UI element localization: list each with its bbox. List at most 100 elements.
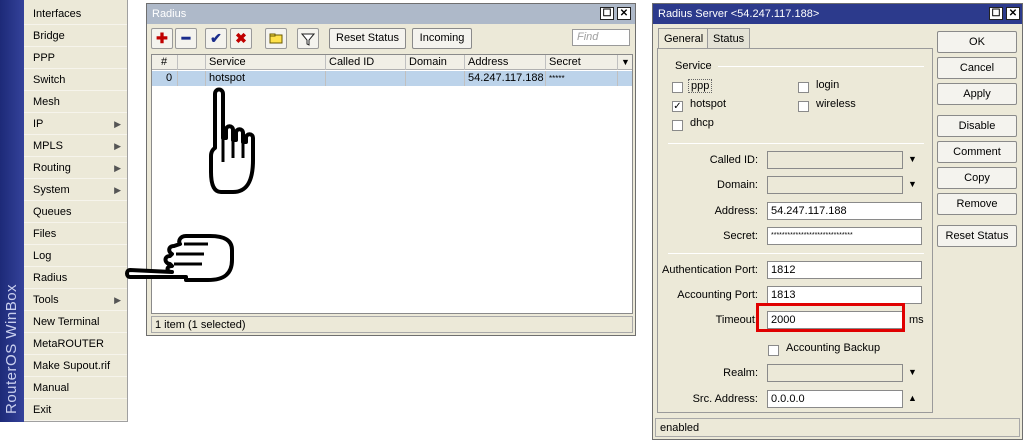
reset-status-button[interactable]: Reset Status xyxy=(329,28,406,49)
menu-item-mesh[interactable]: Mesh xyxy=(24,91,127,113)
add-icon[interactable]: ✚ xyxy=(151,28,173,49)
auth-port-field[interactable]: 1812 xyxy=(767,261,922,279)
filter-icon[interactable] xyxy=(297,28,319,49)
copy-button[interactable]: Copy xyxy=(937,167,1017,189)
apply-button[interactable]: Apply xyxy=(937,83,1017,105)
src-address-field[interactable]: 0.0.0.0 xyxy=(767,390,903,408)
service-hotspot-checkbox[interactable]: ✓ xyxy=(672,101,683,112)
secret-label: Secret: xyxy=(723,230,758,242)
cancel-button[interactable]: Cancel xyxy=(937,57,1017,79)
realm-label: Realm: xyxy=(723,367,758,379)
menu-item-metarouter[interactable]: MetaROUTER xyxy=(24,333,127,355)
menu-item-radius[interactable]: Radius xyxy=(24,267,127,289)
remove-button[interactable]: Remove xyxy=(937,193,1017,215)
called-id-dropdown-icon[interactable]: ▼ xyxy=(908,154,917,164)
src-address-label: Src. Address: xyxy=(692,393,758,405)
menu-item-label: Interfaces xyxy=(33,8,82,20)
menu-item-files[interactable]: Files xyxy=(24,223,127,245)
radius-titlebar[interactable]: Radius ☐ ✕ xyxy=(147,4,635,24)
reset-status-button[interactable]: Reset Status xyxy=(937,225,1017,247)
menu-item-manual[interactable]: Manual xyxy=(24,377,127,399)
row-number: 0 xyxy=(152,71,178,86)
column-header-domain[interactable]: Domain xyxy=(406,55,465,70)
menu-item-routing[interactable]: Routing ▶ xyxy=(24,157,127,179)
secret-field[interactable]: ****************************** xyxy=(767,227,922,245)
close-icon[interactable]: ✕ xyxy=(617,7,631,20)
menu-item-label: Mesh xyxy=(33,96,60,108)
remove-icon[interactable]: ━ xyxy=(175,28,197,49)
maximize-icon[interactable]: ☐ xyxy=(989,7,1003,20)
comment-button[interactable]: Comment xyxy=(937,141,1017,163)
menu-item-new-terminal[interactable]: New Terminal xyxy=(24,311,127,333)
menu-item-label: New Terminal xyxy=(33,316,100,328)
column-header-called-id[interactable]: Called ID xyxy=(326,55,406,70)
address-field[interactable]: 54.247.117.188 xyxy=(767,202,922,220)
realm-dropdown-icon[interactable]: ▼ xyxy=(908,367,917,377)
disable-button[interactable]: Disable xyxy=(937,115,1017,137)
menu-item-label: Routing xyxy=(33,162,71,174)
menu-item-queues[interactable]: Queues xyxy=(24,201,127,223)
winbox-main-menu: RouterOS WinBox Interfaces Bridge PPP Switc… xyxy=(0,0,128,422)
columns-menu-icon[interactable]: ▼ xyxy=(618,55,632,70)
acct-port-field[interactable]: 1813 xyxy=(767,286,922,304)
accounting-backup-checkbox[interactable] xyxy=(768,345,779,356)
menu-item-ip[interactable]: IP ▶ xyxy=(24,113,127,135)
column-header-address[interactable]: Address xyxy=(465,55,546,70)
menu-item-log[interactable]: Log xyxy=(24,245,127,267)
column-header-number[interactable]: # xyxy=(152,55,178,70)
find-input[interactable]: Find xyxy=(572,29,630,46)
menu-item-mpls[interactable]: MPLS ▶ xyxy=(24,135,127,157)
server-window-title: Radius Server <54.247.117.188> xyxy=(658,8,820,20)
table-row[interactable]: 0 hotspot 54.247.117.188 ***** xyxy=(152,71,632,86)
service-ppp-checkbox[interactable] xyxy=(672,82,683,93)
timeout-label: Timeout: xyxy=(715,314,758,326)
row-called-id xyxy=(326,71,406,86)
menu-item-system[interactable]: System ▶ xyxy=(24,179,127,201)
menu-item-bridge[interactable]: Bridge xyxy=(24,25,127,47)
server-status-bar: enabled xyxy=(655,418,1020,437)
server-titlebar[interactable]: Radius Server <54.247.117.188> ☐ ✕ xyxy=(653,4,1022,24)
tab-general[interactable]: General xyxy=(658,28,710,49)
service-bottom-separator xyxy=(668,143,924,144)
src-address-collapse-icon[interactable]: ▲ xyxy=(908,393,917,403)
column-header-secret[interactable]: Secret xyxy=(546,55,618,70)
submenu-arrow-icon: ▶ xyxy=(114,119,121,129)
menu-item-label: Make Supout.rif xyxy=(33,360,111,372)
menu-item-ppp[interactable]: PPP xyxy=(24,47,127,69)
brand-label: RouterOS WinBox xyxy=(3,283,20,414)
pointing-hand-left-icon xyxy=(125,234,234,282)
submenu-arrow-icon: ▶ xyxy=(114,295,121,305)
maximize-icon[interactable]: ☐ xyxy=(600,7,614,20)
incoming-button[interactable]: Incoming xyxy=(412,28,472,49)
service-login-checkbox[interactable] xyxy=(798,82,809,93)
menu-item-label: Switch xyxy=(33,74,66,86)
disable-icon[interactable]: ✖ xyxy=(230,28,252,49)
column-header-service[interactable]: Service xyxy=(206,55,326,70)
menu-item-make-supout-rif[interactable]: Make Supout.rif xyxy=(24,355,127,377)
tab-status[interactable]: Status xyxy=(707,28,751,48)
ok-button[interactable]: OK xyxy=(937,31,1017,53)
timeout-highlight-box xyxy=(756,303,905,332)
menu-item-interfaces[interactable]: Interfaces xyxy=(24,3,127,25)
column-header-flags[interactable] xyxy=(178,55,206,70)
menu-item-switch[interactable]: Switch xyxy=(24,69,127,91)
row-address: 54.247.117.188 xyxy=(465,71,546,86)
domain-dropdown-icon[interactable]: ▼ xyxy=(908,179,917,189)
enable-icon[interactable]: ✔ xyxy=(205,28,227,49)
comment-icon[interactable] xyxy=(265,28,287,49)
close-icon[interactable]: ✕ xyxy=(1006,7,1020,20)
service-dhcp-checkbox[interactable] xyxy=(672,120,683,131)
radius-server-window: Radius Server <54.247.117.188> ☐ ✕ Gener… xyxy=(652,3,1023,440)
menu-item-label: Manual xyxy=(33,382,70,394)
timeout-unit: ms xyxy=(909,314,924,326)
called-id-field[interactable] xyxy=(767,151,903,169)
realm-field[interactable] xyxy=(767,364,903,382)
domain-field[interactable] xyxy=(767,176,903,194)
menu-item-label: MetaROUTER xyxy=(33,338,104,350)
menu-item-label: Radius xyxy=(33,272,68,284)
menu-item-tools[interactable]: Tools ▶ xyxy=(24,289,127,311)
fields-separator xyxy=(668,253,924,254)
service-wireless-checkbox[interactable] xyxy=(798,101,809,112)
service-hotspot-label: hotspot xyxy=(690,98,727,110)
menu-item-exit[interactable]: Exit xyxy=(24,399,127,421)
